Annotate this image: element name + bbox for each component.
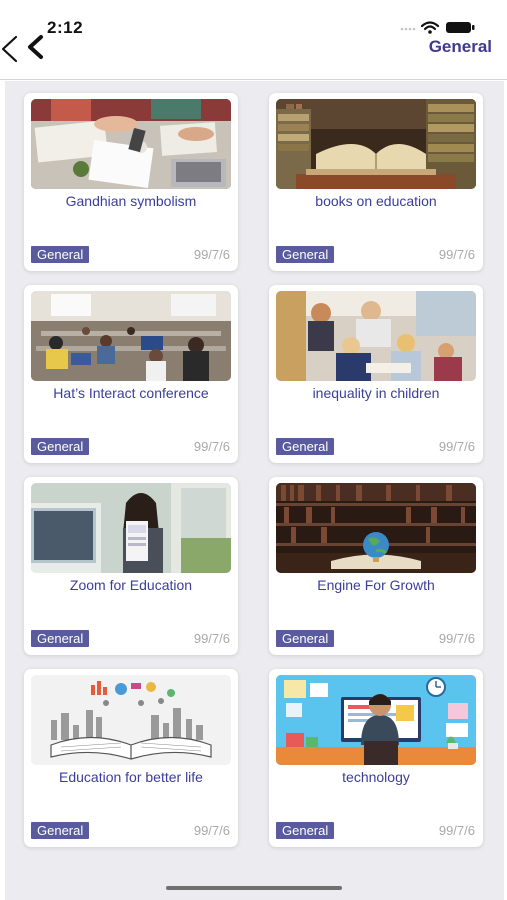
article-thumbnail <box>31 483 231 573</box>
article-date: 99/7/6 <box>193 823 230 838</box>
article-thumbnail <box>276 675 476 765</box>
article-thumbnail <box>31 99 231 189</box>
article-card[interactable]: books on education General 99/7/6 <box>269 93 483 271</box>
article-thumbnail <box>276 483 476 573</box>
article-date: 99/7/6 <box>438 439 475 454</box>
status-icons <box>400 21 475 34</box>
category-badge: General <box>276 630 335 647</box>
status-time: 2:12 <box>47 18 84 37</box>
navigation-header: 2:12 General <box>0 0 507 80</box>
woman-video-call-photo <box>31 483 231 573</box>
category-badge: General <box>31 822 90 839</box>
conference-room-photo <box>31 291 231 381</box>
article-title: Engine For Growth <box>317 577 435 593</box>
article-date: 99/7/6 <box>193 247 230 262</box>
article-card[interactable]: technology General 99/7/6 <box>269 669 483 847</box>
article-date: 99/7/6 <box>438 823 475 838</box>
wifi-icon <box>420 21 440 34</box>
article-date: 99/7/6 <box>193 439 230 454</box>
chevron-left-icon <box>1 35 18 63</box>
category-badge: General <box>276 822 335 839</box>
article-card[interactable]: Engine For Growth General 99/7/6 <box>269 477 483 655</box>
library-globe-photo <box>276 483 476 573</box>
article-title: Zoom for Education <box>69 577 193 593</box>
article-date: 99/7/6 <box>438 247 475 262</box>
article-card[interactable]: Education for better life General 99/7/6 <box>24 669 238 847</box>
home-indicator[interactable] <box>166 886 342 890</box>
article-thumbnail <box>31 291 231 381</box>
article-card[interactable]: Zoom for Education General 99/7/6 <box>24 477 238 655</box>
category-feed[interactable]: Gandhian symbolism General 99/7/6 books … <box>5 81 504 900</box>
article-card[interactable]: Gandhian symbolism General 99/7/6 <box>24 93 238 271</box>
article-date: 99/7/6 <box>438 631 475 646</box>
children-classroom-photo <box>276 291 476 381</box>
back-button[interactable] <box>22 34 50 60</box>
article-card[interactable]: inequality in children General 99/7/6 <box>269 285 483 463</box>
page-title: General <box>428 37 492 56</box>
article-title: Hat’s Interact conference <box>53 385 209 401</box>
students-studying-photo <box>31 99 231 189</box>
category-badge: General <box>31 438 90 455</box>
category-badge: General <box>276 246 335 263</box>
category-badge: General <box>31 246 90 263</box>
article-thumbnail <box>31 675 231 765</box>
article-title: technology <box>342 769 410 785</box>
open-book-city-illustration <box>31 675 231 765</box>
article-thumbnail <box>276 99 476 189</box>
article-title: inequality in children <box>312 385 440 401</box>
category-badge: General <box>31 630 90 647</box>
desk-computer-illustration <box>276 675 476 765</box>
category-badge: General <box>276 438 335 455</box>
article-thumbnail <box>276 291 476 381</box>
article-date: 99/7/6 <box>193 631 230 646</box>
battery-icon <box>446 22 475 33</box>
article-title: Education for better life <box>59 769 203 785</box>
article-title: books on education <box>315 193 437 209</box>
signal-icon <box>400 27 416 31</box>
stacked-books-photo <box>276 99 476 189</box>
article-title: Gandhian symbolism <box>65 193 197 209</box>
article-card[interactable]: Hat’s Interact conference General 99/7/6 <box>24 285 238 463</box>
